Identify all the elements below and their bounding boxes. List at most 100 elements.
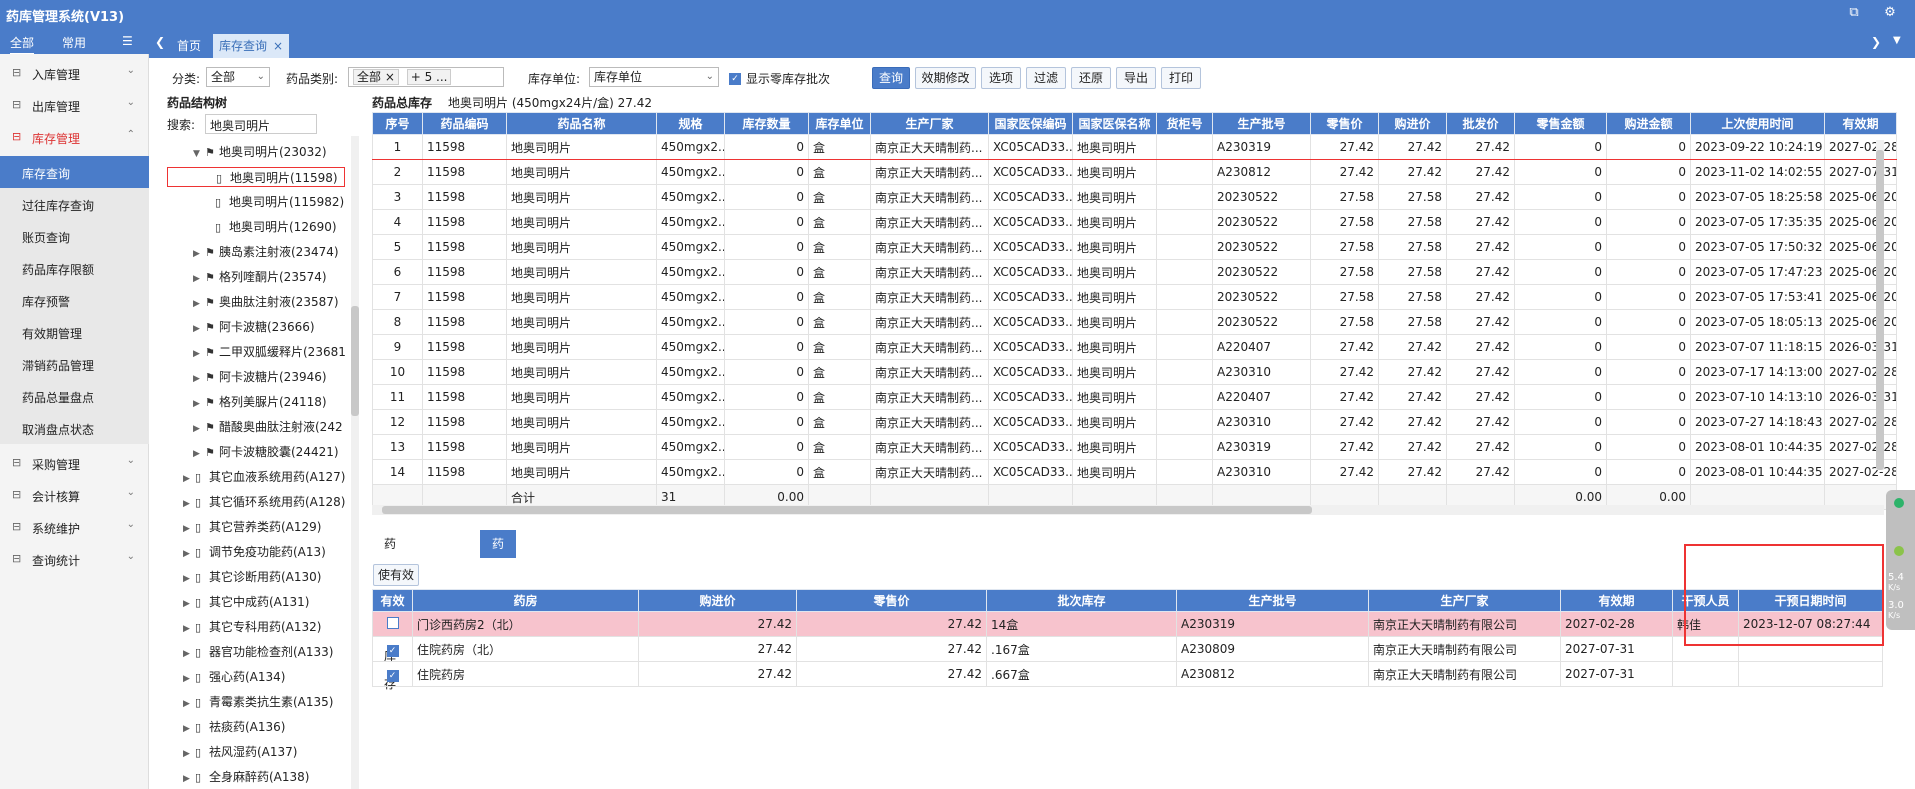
column-header[interactable]: 库存单位	[808, 112, 871, 135]
tab-drug-batch[interactable]: 药品批次库存	[372, 530, 408, 691]
valid-checkbox[interactable]: ✓	[386, 644, 399, 657]
tree-node[interactable]: ▶ ⚑ 阿卡波糖片(23946)	[193, 367, 327, 387]
grid-vscrollbar[interactable]	[1876, 140, 1884, 470]
column-header[interactable]: 购进价	[1378, 112, 1447, 135]
tree-node[interactable]: ▼ ⚑ 地奥司明片(23032)	[193, 142, 327, 162]
caret-right-icon[interactable]: ▶	[183, 694, 195, 714]
tree-node[interactable]: ▶ ⚑ 格列美脲片(24118)	[193, 392, 327, 412]
caret-right-icon[interactable]: ▶	[193, 369, 205, 389]
tree-node[interactable]: ▶ ⚑ 奥曲肽注射液(23587)	[193, 292, 339, 312]
caret-right-icon[interactable]: ▶	[193, 344, 205, 364]
grid-vscroll-thumb[interactable]	[1876, 150, 1884, 470]
column-header[interactable]: 有效期	[1560, 589, 1673, 612]
tree-node[interactable]: ▶ ▯ 其它诊断用药(A130)	[183, 567, 321, 587]
table-row[interactable]: 2 11598 地奥司明片 450mgx2... 0 盒南京正大天晴制药... XC05CA…	[372, 159, 1897, 185]
tree-node[interactable]: ▯ 地奥司明片(12690)	[203, 217, 337, 237]
tree-node[interactable]: ▶ ▯ 强心药(A134)	[183, 667, 285, 687]
tree-node[interactable]: ▯ 地奥司明片(115982)	[203, 192, 344, 212]
valid-checkbox[interactable]	[386, 616, 399, 629]
submenu-ledger[interactable]: 账页查询	[0, 220, 149, 252]
caret-right-icon[interactable]: ▶	[183, 469, 195, 489]
caret-right-icon[interactable]: ▶	[183, 644, 195, 664]
menu-inventory[interactable]: ⊟ 库存管理 ⌃	[0, 121, 149, 153]
table-row[interactable]: 4 11598 地奥司明片 450mgx2... 0 盒南京正大天晴制药... XC05CA…	[372, 209, 1897, 235]
menu-accounting[interactable]: ⊟ 会计核算 ⌄	[0, 479, 149, 511]
menu-outbound[interactable]: ⊟ 出库管理 ⌄	[0, 89, 149, 121]
tree-node[interactable]: ▯ 地奥司明片(11598)	[167, 167, 345, 187]
tree-node[interactable]: ▶ ▯ 其它专科用药(A132)	[183, 617, 321, 637]
table-row[interactable]: 11 11598 地奥司明片 450mgx2... 0 盒南京正大天晴制药... XC05C…	[372, 384, 1897, 410]
caret-right-icon[interactable]: ▶	[183, 619, 195, 639]
table-row[interactable]: ✓ 住院药房（北） 27.42 27.42.167盒 A230809 南京正大天晴制药有限…	[372, 636, 1883, 662]
menu-stats[interactable]: ⊟ 查询统计 ⌄	[0, 543, 149, 575]
submenu-slow[interactable]: 滞销药品管理	[0, 348, 149, 380]
column-header[interactable]: 药房	[412, 589, 639, 612]
drugtype-select[interactable]: 全部 × + 5 ...	[348, 67, 504, 87]
column-header[interactable]: 规格	[656, 112, 725, 135]
tree-node[interactable]: ▶ ▯ 全身麻醉药(A138)	[183, 767, 309, 787]
menu-inbound[interactable]: ⊟ 入库管理 ⌄	[0, 57, 149, 89]
caret-down-icon[interactable]: ▼	[193, 144, 205, 164]
column-header[interactable]: 购进金额	[1606, 112, 1691, 135]
valid-checkbox[interactable]: ✓	[386, 669, 399, 682]
column-header[interactable]: 药品名称	[506, 112, 657, 135]
export-button[interactable]: 导出	[1116, 67, 1156, 89]
column-header[interactable]: 批发价	[1446, 112, 1515, 135]
caret-right-icon[interactable]: ▶	[183, 769, 195, 789]
table-row[interactable]: ✓ 住院药房 27.42 27.42.667盒 A230812 南京正大天晴制药有限公司 2…	[372, 661, 1883, 687]
submenu-cancel-stocktake[interactable]: 取消盘点状态	[0, 412, 149, 444]
submenu-stocktake[interactable]: 药品总量盘点	[0, 380, 149, 412]
column-header[interactable]: 药品编码	[422, 112, 507, 135]
table-row[interactable]: 1 11598 地奥司明片 450mgx2... 0 盒南京正大天晴制药... XC05CA…	[372, 134, 1897, 160]
caret-right-icon[interactable]: ▶	[193, 294, 205, 314]
tree-node[interactable]: ▶ ⚑ 醋酸奥曲肽注射液(242	[193, 417, 343, 437]
gear-icon[interactable]: ⚙	[1882, 5, 1898, 21]
print-button[interactable]: 打印	[1161, 67, 1201, 89]
caret-right-icon[interactable]: ▶	[193, 394, 205, 414]
column-header[interactable]: 有效期	[1824, 112, 1897, 135]
table-row[interactable]: 7 11598 地奥司明片 450mgx2... 0 盒南京正大天晴制药... XC05CA…	[372, 284, 1897, 310]
submenu-past-inventory[interactable]: 过往库存查询	[0, 188, 149, 220]
tree-node[interactable]: ▶ ▯ 调节免疫功能药(A13)	[183, 542, 326, 562]
tab-list-icon[interactable]: ▼	[1893, 35, 1901, 46]
tree-node[interactable]: ▶ ▯ 器官功能检查剂(A133)	[183, 642, 333, 662]
caret-right-icon[interactable]: ▶	[193, 269, 205, 289]
close-icon[interactable]: ×	[273, 34, 283, 58]
zero-stock-checkbox[interactable]: ✓	[729, 73, 741, 85]
tree-node[interactable]: ▶ ▯ 青霉素类抗生素(A135)	[183, 692, 333, 712]
caret-right-icon[interactable]: ▶	[193, 444, 205, 464]
tree-search-input[interactable]: 地奥司明片	[205, 114, 317, 134]
tab-home[interactable]: 首页	[171, 34, 207, 58]
tree-node[interactable]: ▶ ⚑ 二甲双胍缓释片(23681	[193, 342, 346, 362]
tab-inventory-query[interactable]: 库存查询 ×	[213, 34, 290, 58]
tree-scrollbar[interactable]	[351, 136, 359, 789]
restore-button[interactable]: 还原	[1071, 67, 1111, 89]
column-header[interactable]: 零售价	[796, 589, 987, 612]
column-header[interactable]: 上次使用时间	[1690, 112, 1825, 135]
table-row[interactable]: 9 11598 地奥司明片 450mgx2... 0 盒南京正大天晴制药... XC05CA…	[372, 334, 1897, 360]
query-button[interactable]: 查询	[872, 67, 910, 89]
caret-right-icon[interactable]: ▶	[193, 419, 205, 439]
table-row[interactable]: 10 11598 地奥司明片 450mgx2... 0 盒南京正大天晴制药... XC05C…	[372, 359, 1897, 385]
column-header[interactable]: 序号	[372, 112, 423, 135]
tab-scroll-left-icon[interactable]: ❮	[155, 35, 165, 49]
submenu-warning[interactable]: 库存预警	[0, 284, 149, 316]
caret-right-icon[interactable]: ▶	[183, 744, 195, 764]
table-row[interactable]: 8 11598 地奥司明片 450mgx2... 0 盒南京正大天晴制药... XC05CA…	[372, 309, 1897, 335]
tree-node[interactable]: ▶ ▯ 其它营养类药(A129)	[183, 517, 321, 537]
table-row[interactable]: 5 11598 地奥司明片 450mgx2... 0 盒南京正大天晴制药... XC05CA…	[372, 234, 1897, 260]
column-header[interactable]: 零售价	[1310, 112, 1379, 135]
caret-right-icon[interactable]: ▶	[183, 544, 195, 564]
menu-system[interactable]: ⊟ 系统维护 ⌄	[0, 511, 149, 543]
caret-right-icon[interactable]: ▶	[183, 494, 195, 514]
nav-tab-all[interactable]: 全部	[10, 34, 35, 55]
submenu-limit[interactable]: 药品库存限额	[0, 252, 149, 284]
category-select[interactable]: 全部 ⌄	[206, 67, 270, 87]
tree-scroll-thumb[interactable]	[351, 306, 359, 416]
tree-node[interactable]: ▶ ⚑ 格列喹酮片(23574)	[193, 267, 327, 287]
table-row[interactable]: 14 11598 地奥司明片 450mgx2... 0 盒南京正大天晴制药... XC05C…	[372, 459, 1897, 485]
submenu-inventory-query[interactable]: 库存查询	[0, 156, 149, 188]
column-header[interactable]: 生产批号	[1212, 112, 1311, 135]
tree-node[interactable]: ▶ ▯ 祛痰药(A136)	[183, 717, 285, 737]
table-row[interactable]: 12 11598 地奥司明片 450mgx2... 0 盒南京正大天晴制药... XC05C…	[372, 409, 1897, 435]
